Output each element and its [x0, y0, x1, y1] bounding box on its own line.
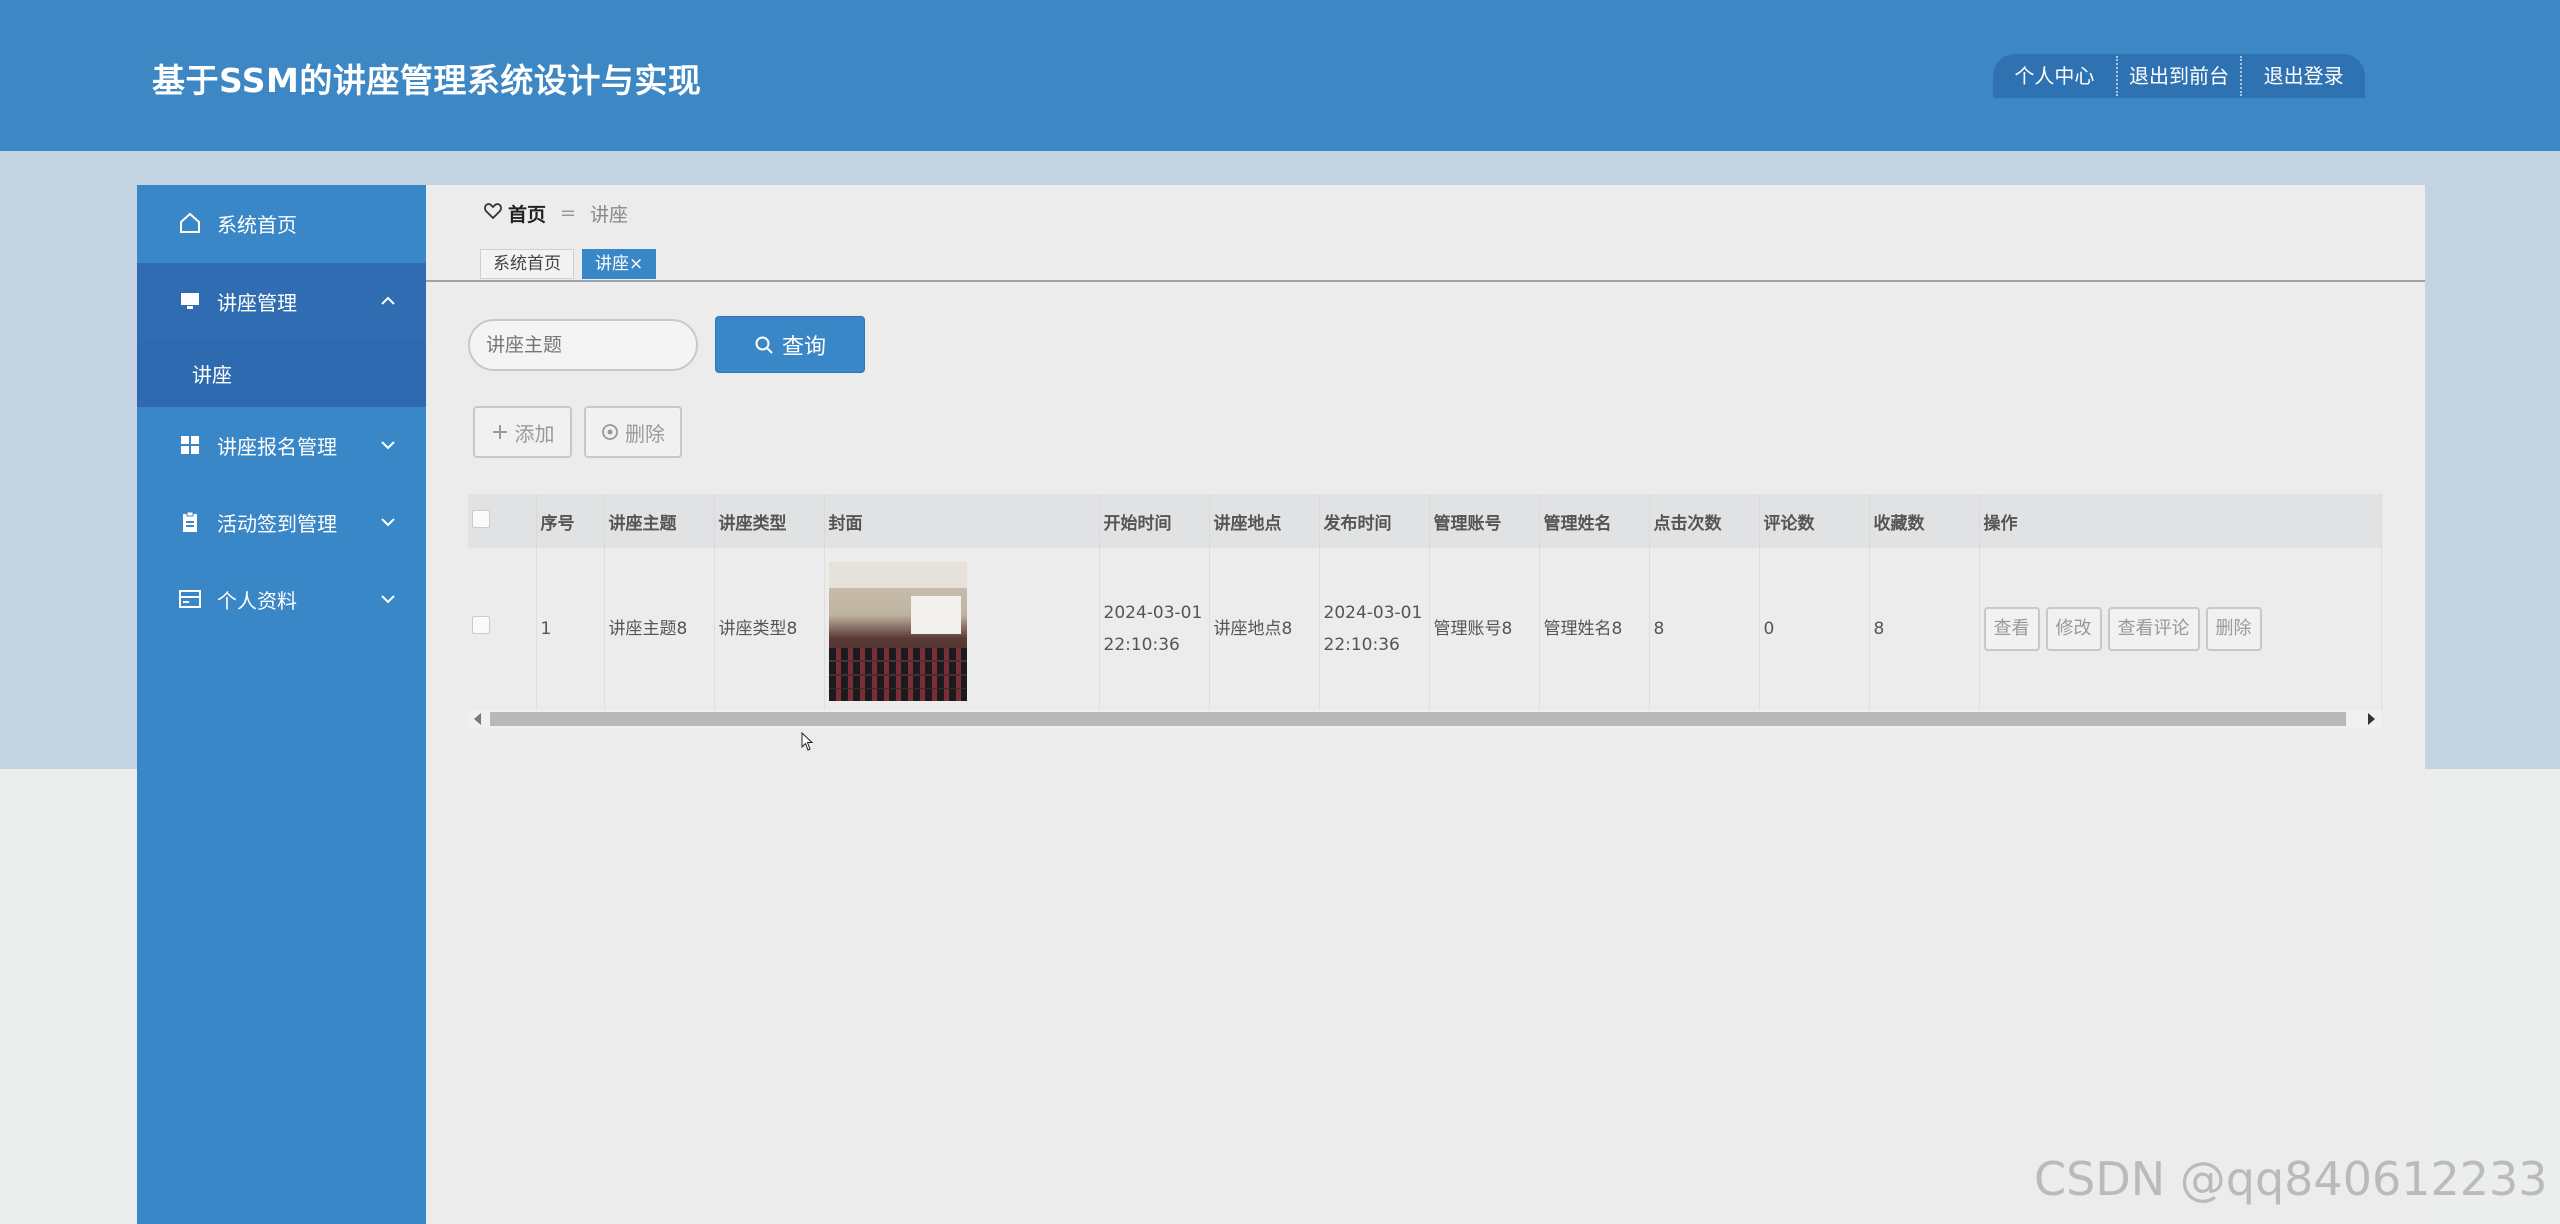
- top-header: 基于SSM的讲座管理系统设计与实现 个人中心 退出到前台 退出登录: [0, 0, 2560, 151]
- cell-topic: 讲座主题8: [604, 548, 715, 710]
- cell-clicks: 8: [1649, 548, 1760, 710]
- cell-cover: [824, 548, 1100, 710]
- scroll-right-icon[interactable]: [2368, 713, 2375, 725]
- view-button[interactable]: 查看: [1983, 607, 2040, 651]
- nav-exit-to-front[interactable]: 退出到前台: [2118, 54, 2241, 98]
- sidebar-item-label: 活动签到管理: [217, 511, 337, 536]
- column-header: 收藏数: [1869, 494, 1980, 548]
- add-button-label: 添加: [514, 421, 555, 446]
- tab-lecture[interactable]: 讲座×: [582, 249, 657, 279]
- cell-publish-time: 2024-03-01 22:10:36: [1319, 548, 1430, 710]
- delete-circle-icon: [602, 424, 618, 440]
- view-comments-button[interactable]: 查看评论: [2107, 607, 2200, 651]
- nav-logout[interactable]: 退出登录: [2242, 54, 2365, 98]
- column-header: 讲座地点: [1209, 494, 1320, 548]
- column-header: 管理姓名: [1539, 494, 1650, 548]
- sidebar-item-label: 讲座报名管理: [217, 434, 337, 459]
- breadcrumb-separator: =: [560, 202, 576, 224]
- lecture-panel: 查询 添加 删除 序号 讲座主题: [426, 282, 2425, 1224]
- app-title: 基于SSM的讲座管理系统设计与实现: [152, 61, 702, 100]
- add-button[interactable]: 添加: [473, 406, 572, 458]
- tab-system-home[interactable]: 系统首页: [480, 249, 574, 279]
- select-all-checkbox[interactable]: [468, 494, 537, 548]
- tab-bar: 系统首页 讲座×: [480, 249, 664, 279]
- cell-start-time: 2024-03-01 22:10:36: [1099, 548, 1210, 710]
- sidebar-item-home[interactable]: 系统首页: [137, 185, 426, 261]
- cover-image[interactable]: [828, 561, 967, 701]
- start-date: 2024-03-01: [1103, 603, 1203, 623]
- chevron-up-icon: [378, 291, 398, 311]
- delete-button-label: 删除: [625, 421, 665, 446]
- heart-icon: [484, 202, 502, 224]
- column-header: 讲座类型: [714, 494, 825, 548]
- start-time: 22:10:36: [1103, 635, 1180, 655]
- sidebar: 系统首页 讲座管理 讲座 讲座报名管理 活动签到管理 个人资料: [137, 185, 426, 1224]
- lecture-table: 序号 讲座主题 讲座类型 封面 开始时间 讲座地点 发布时间 管理账号 管理姓名…: [468, 494, 2382, 726]
- main-content: 首页 = 讲座 系统首页 讲座× 查询 添加 删除: [426, 185, 2425, 1224]
- breadcrumb: 首页 = 讲座: [484, 198, 628, 228]
- cell-admin-name: 管理姓名8: [1539, 548, 1650, 710]
- plus-icon: [492, 425, 507, 439]
- column-header: 封面: [824, 494, 1100, 548]
- sidebar-item-lecture-management[interactable]: 讲座管理: [137, 263, 426, 339]
- chevron-down-icon: [378, 589, 398, 609]
- sidebar-item-registration-management[interactable]: 讲座报名管理: [137, 407, 426, 483]
- nav-personal-center[interactable]: 个人中心: [1993, 54, 2116, 98]
- edit-button[interactable]: 修改: [2045, 607, 2102, 651]
- sidebar-item-label: 个人资料: [217, 588, 297, 613]
- sidebar-subitem-label: 讲座: [192, 362, 232, 387]
- row-checkbox[interactable]: [468, 548, 537, 710]
- table-row: 1 讲座主题8 讲座类型8 2024-03-01 22:10:36 讲座地点8 …: [468, 548, 2382, 710]
- column-header: 讲座主题: [604, 494, 715, 548]
- cell-actions: 查看 修改 查看评论 删除: [1979, 548, 2382, 710]
- column-header: 管理账号: [1429, 494, 1540, 548]
- column-header: 发布时间: [1319, 494, 1430, 548]
- cell-index: 1: [536, 548, 605, 710]
- sidebar-item-label: 系统首页: [217, 212, 297, 237]
- chevron-down-icon: [378, 512, 398, 532]
- sidebar-item-profile[interactable]: 个人资料: [137, 561, 426, 637]
- monitor-icon: [177, 288, 203, 314]
- sidebar-item-label: 讲座管理: [217, 290, 297, 315]
- breadcrumb-current: 讲座: [589, 203, 628, 226]
- publish-time: 22:10:36: [1323, 635, 1400, 655]
- search-button[interactable]: 查询: [715, 316, 865, 373]
- row-delete-button[interactable]: 删除: [2205, 607, 2262, 651]
- cell-favorites: 8: [1869, 548, 1980, 710]
- search-button-label: 查询: [781, 334, 826, 360]
- scrollbar-thumb[interactable]: [490, 712, 2346, 726]
- cell-location: 讲座地点8: [1209, 548, 1320, 710]
- sidebar-item-checkin-management[interactable]: 活动签到管理: [137, 484, 426, 560]
- cell-type: 讲座类型8: [714, 548, 825, 710]
- chevron-down-icon: [378, 435, 398, 455]
- breadcrumb-home[interactable]: 首页: [508, 200, 546, 227]
- column-header: 操作: [1979, 494, 2382, 548]
- publish-date: 2024-03-01: [1323, 603, 1423, 623]
- card-icon: [177, 586, 203, 612]
- column-header: 点击次数: [1649, 494, 1760, 548]
- column-header: 开始时间: [1099, 494, 1210, 548]
- clipboard-icon: [177, 509, 203, 535]
- grid-icon: [177, 432, 203, 458]
- cell-admin-account: 管理账号8: [1429, 548, 1540, 710]
- scroll-left-icon[interactable]: [474, 713, 481, 725]
- delete-button[interactable]: 删除: [584, 406, 682, 458]
- column-header: 序号: [536, 494, 605, 548]
- search-icon: [755, 336, 773, 354]
- watermark: CSDN @qq840612233: [2034, 1152, 2548, 1206]
- mouse-cursor-icon: [801, 732, 814, 751]
- search-input[interactable]: [468, 319, 698, 371]
- column-header: 评论数: [1759, 494, 1870, 548]
- cell-comments: 0: [1759, 548, 1870, 710]
- table-header-row: 序号 讲座主题 讲座类型 封面 开始时间 讲座地点 发布时间 管理账号 管理姓名…: [468, 494, 2382, 548]
- horizontal-scrollbar[interactable]: [468, 710, 2381, 728]
- sidebar-subitem-lecture[interactable]: 讲座: [137, 339, 426, 407]
- header-nav: 个人中心 退出到前台 退出登录: [1993, 54, 2365, 98]
- home-icon: [177, 210, 203, 236]
